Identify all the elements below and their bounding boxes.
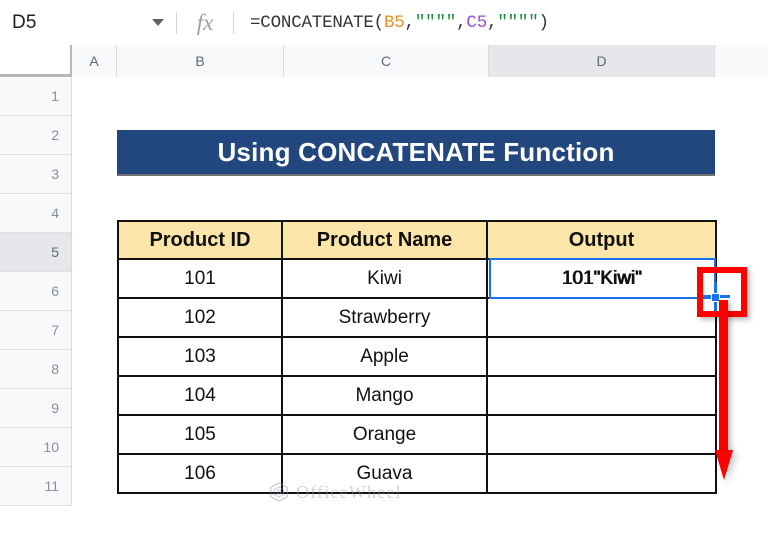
cell-product-name[interactable]: Mango xyxy=(281,375,488,416)
column-header-b[interactable]: B xyxy=(117,45,284,77)
table-row: 106 Guava xyxy=(117,453,717,494)
row-header-3[interactable]: 3 xyxy=(0,155,72,194)
cell-product-name[interactable]: Guava xyxy=(281,453,488,494)
column-header-a[interactable]: A xyxy=(72,45,117,77)
annotation-down-arrow-icon xyxy=(715,300,733,485)
column-header-e[interactable] xyxy=(715,45,768,77)
row-header-10[interactable]: 10 xyxy=(0,428,72,467)
cell-product-id[interactable]: 106 xyxy=(117,453,283,494)
name-box-value: D5 xyxy=(12,11,37,33)
cell-product-name[interactable]: Kiwi xyxy=(281,258,488,299)
formula-token-7: """" xyxy=(497,12,539,33)
row-header-6[interactable]: 6 xyxy=(0,272,72,311)
table-row: 102 Strawberry xyxy=(117,297,717,338)
table-header-row: Product ID Product Name Output xyxy=(117,220,717,260)
column-header-product-name: Product Name xyxy=(281,220,488,260)
name-box[interactable]: D5 xyxy=(0,0,140,45)
name-box-dropdown-button[interactable] xyxy=(140,0,176,45)
select-all-corner-button[interactable] xyxy=(0,45,72,77)
cell-output[interactable] xyxy=(486,297,717,338)
row-header-8[interactable]: 8 xyxy=(0,350,72,389)
row-header-7[interactable]: 7 xyxy=(0,311,72,350)
cell-product-id[interactable]: 104 xyxy=(117,375,283,416)
cell-product-id[interactable]: 105 xyxy=(117,414,283,455)
row-header-2[interactable]: 2 xyxy=(0,116,72,155)
page-title: Using CONCATENATE Function xyxy=(117,130,715,174)
row-header-11[interactable]: 11 xyxy=(0,467,72,506)
column-header-d[interactable]: D xyxy=(489,45,715,77)
column-header-c[interactable]: C xyxy=(284,45,489,77)
formula-token-4: , xyxy=(456,12,467,33)
row-header-9[interactable]: 9 xyxy=(0,389,72,428)
chevron-down-icon xyxy=(152,19,164,26)
formula-token-2: , xyxy=(404,12,416,33)
formula-input[interactable]: =CONCATENATE(B5, """", C5, """") xyxy=(234,0,768,45)
formula-token-8: ) xyxy=(538,12,550,33)
row-header-5[interactable]: 5 xyxy=(0,233,72,272)
column-header-row: A B C D xyxy=(0,45,768,77)
row-header-1[interactable]: 1 xyxy=(0,77,72,116)
cell-product-name[interactable]: Orange xyxy=(281,414,488,455)
table-row: 103 Apple xyxy=(117,336,717,377)
selected-cell-value: 101"Kiwi" xyxy=(562,267,643,289)
cell-product-name[interactable]: Strawberry xyxy=(281,297,488,338)
fx-icon[interactable]: fx xyxy=(177,0,233,45)
cell-product-id[interactable]: 103 xyxy=(117,336,283,377)
cell-product-id[interactable]: 101 xyxy=(117,258,283,299)
arrow-head xyxy=(715,450,733,480)
formula-token-0: =CONCATENATE( xyxy=(250,12,384,33)
column-header-product-id: Product ID xyxy=(117,220,283,260)
cell-product-id[interactable]: 102 xyxy=(117,297,283,338)
cell-output[interactable] xyxy=(486,414,717,455)
formula-token-5: C5 xyxy=(466,12,487,33)
table-row: 105 Orange xyxy=(117,414,717,455)
formula-token-6: , xyxy=(487,12,498,33)
fx-glyph: fx xyxy=(196,9,214,35)
arrow-shaft xyxy=(719,300,728,455)
cell-output[interactable] xyxy=(486,375,717,416)
cell-output[interactable] xyxy=(486,336,717,377)
formula-token-1: B5 xyxy=(383,12,405,33)
cell-output[interactable] xyxy=(486,453,717,494)
formula-bar: D5 fx =CONCATENATE(B5, """", C5, """") xyxy=(0,0,768,45)
table-row: 104 Mango xyxy=(117,375,717,416)
column-header-output: Output xyxy=(486,220,717,260)
cell-product-name[interactable]: Apple xyxy=(281,336,488,377)
formula-token-3: """" xyxy=(414,12,457,33)
row-header-4[interactable]: 4 xyxy=(0,194,72,233)
